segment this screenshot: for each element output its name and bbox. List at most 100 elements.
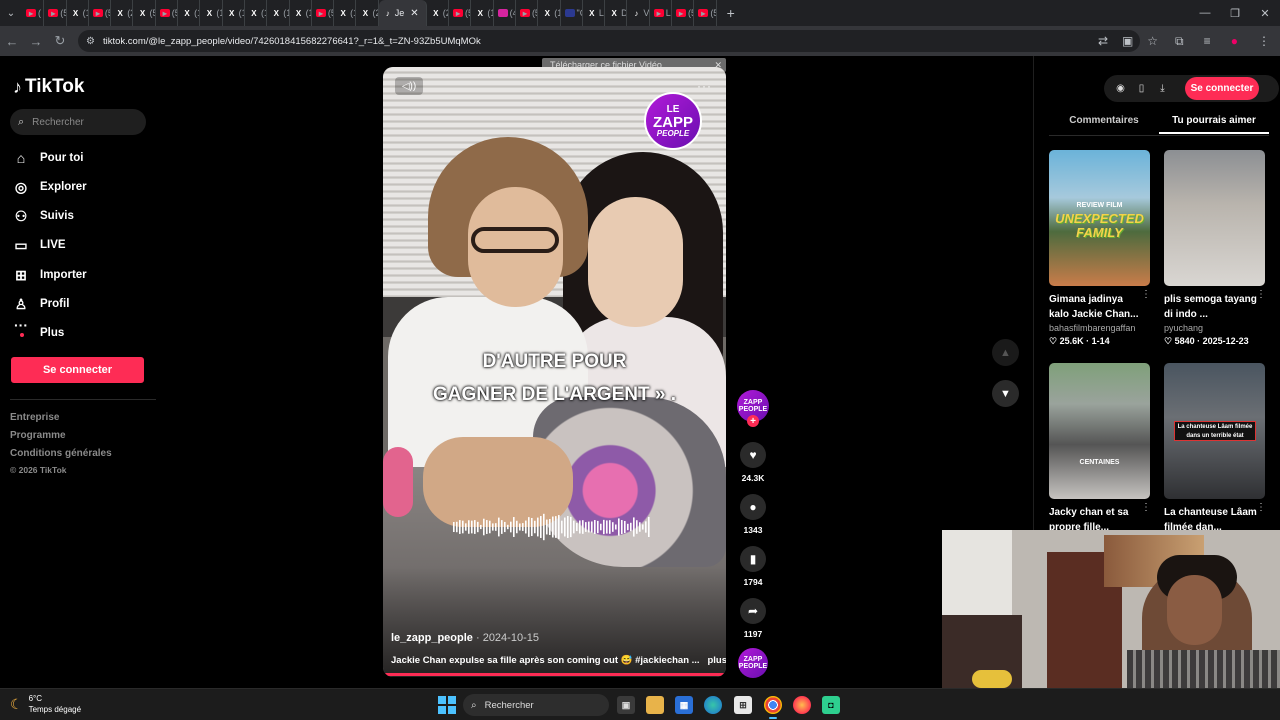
edge-icon[interactable]: [704, 696, 722, 714]
taskbar-search-input[interactable]: ⌕ Rechercher: [463, 694, 609, 716]
card-more-icon[interactable]: ⋮: [1141, 289, 1151, 300]
browser-tab[interactable]: X(1: [538, 0, 561, 26]
share-icon[interactable]: ➦: [740, 598, 766, 624]
browser-tab[interactable]: XLi: [583, 0, 606, 26]
card-more-icon[interactable]: ⋮: [1141, 502, 1151, 513]
suggested-video-card[interactable]: plis semoga tayang di indo ... pyuchang …: [1164, 150, 1266, 347]
browser-tab[interactable]: X(1: [67, 0, 89, 26]
browser-tab[interactable]: "C: [561, 0, 583, 26]
browser-tab[interactable]: X(1: [245, 0, 268, 26]
like-button[interactable]: ♥ 24.3K: [736, 442, 770, 483]
video-thumbnail[interactable]: CENTAINES: [1049, 363, 1150, 499]
browser-tab[interactable]: X(1: [334, 0, 357, 26]
nav-item-live[interactable]: ▭ LIVE: [12, 233, 65, 257]
chrome-icon[interactable]: [764, 696, 782, 719]
footer-link-entreprise[interactable]: Entreprise: [10, 412, 59, 423]
nav-item-profil[interactable]: ♙ Profil: [12, 292, 70, 316]
microsoft-store-bag-icon[interactable]: ⊞: [734, 696, 752, 714]
nav-item-importer[interactable]: ⊞ Importer: [12, 263, 87, 287]
forward-icon[interactable]: →: [24, 34, 48, 49]
new-tab-button[interactable]: +: [727, 5, 735, 21]
close-window-icon[interactable]: ✕: [1250, 7, 1280, 20]
coins-icon[interactable]: ◉: [1110, 83, 1131, 94]
bookmark-icon[interactable]: ▮: [740, 546, 766, 572]
video-progress-bar[interactable]: [383, 673, 726, 676]
search-input[interactable]: ⌕ Rechercher: [10, 109, 146, 135]
browser-tab[interactable]: ▸Li: [650, 0, 673, 26]
browser-tab[interactable]: X(1: [223, 0, 245, 26]
install-icon[interactable]: ▣: [1122, 34, 1133, 48]
card-title[interactable]: Gimana jadinya kalo Jackie Chan...: [1049, 292, 1144, 322]
suggested-video-card[interactable]: REVIEW FILM UNEXPECTED FAMILY Gimana jad…: [1049, 150, 1151, 347]
sound-avatar-button[interactable]: ZAPP PEOPLE: [736, 648, 770, 678]
browser-tab[interactable]: ▸(5: [89, 0, 112, 26]
author-name[interactable]: le_zapp_people: [391, 632, 473, 644]
tab-close-icon[interactable]: ✕: [410, 8, 418, 19]
browser-tab[interactable]: X(1: [290, 0, 312, 26]
nav-item-plus[interactable]: ··· Plus: [12, 317, 64, 345]
tab-search-chevron-icon[interactable]: ⌄: [0, 0, 22, 26]
suggested-video-card[interactable]: CENTAINES Jacky chan et sa propre fille.…: [1049, 363, 1151, 535]
footer-link-conditions[interactable]: Conditions générales: [10, 448, 112, 459]
comment-icon[interactable]: ●: [740, 494, 766, 520]
browser-tab[interactable]: ▸(5: [312, 0, 335, 26]
browser-tab[interactable]: ▸(: [22, 0, 45, 26]
browser-tab[interactable]: X(1: [471, 0, 494, 26]
follow-plus-icon[interactable]: +: [747, 415, 759, 427]
login-button[interactable]: Se connecter: [11, 357, 144, 383]
browser-tab[interactable]: XD: [605, 0, 628, 26]
comment-button[interactable]: ● 1343: [736, 494, 770, 535]
heart-icon[interactable]: ♥: [740, 442, 766, 468]
share-button[interactable]: ➦ 1197: [736, 598, 770, 639]
device-icon[interactable]: ▯: [1131, 83, 1152, 94]
browser-tab[interactable]: X(1: [200, 0, 223, 26]
site-info-icon[interactable]: ⚙: [86, 36, 95, 47]
browser-tab[interactable]: (4: [494, 0, 516, 26]
tab-suggestions[interactable]: Tu pourrais aimer: [1159, 112, 1269, 134]
browser-tab[interactable]: ♪ V: [627, 0, 650, 26]
video-thumbnail[interactable]: La chanteuse Lâam filmée dans un terribl…: [1164, 363, 1265, 499]
browser-tab[interactable]: X(1: [178, 0, 201, 26]
nav-item-suivis[interactable]: ⚇ Suivis: [12, 204, 74, 228]
task-view-icon[interactable]: ▣: [617, 696, 635, 714]
video-thumbnail[interactable]: [1164, 150, 1265, 286]
video-thumbnail[interactable]: REVIEW FILM UNEXPECTED FAMILY: [1049, 150, 1150, 286]
address-bar[interactable]: ⚙ tiktok.com/@le_zapp_people/video/74260…: [78, 30, 1140, 52]
browser-menu-icon[interactable]: ⋮: [1258, 34, 1270, 48]
footer-link-programme[interactable]: Programme: [10, 430, 66, 441]
browser-tab[interactable]: ▸(5: [44, 0, 67, 26]
minimize-icon[interactable]: —: [1190, 7, 1220, 19]
card-title[interactable]: plis semoga tayang di indo ...: [1164, 292, 1259, 322]
download-icon[interactable]: ⤓: [1152, 83, 1173, 94]
browser-tab[interactable]: X(2: [356, 0, 379, 26]
firefox-icon[interactable]: [793, 696, 811, 714]
bookmark-star-icon[interactable]: ☆: [1147, 34, 1158, 48]
browser-tab[interactable]: X(2: [427, 0, 450, 26]
suggested-video-card[interactable]: La chanteuse Lâam filmée dans un terribl…: [1164, 363, 1266, 535]
tiktok-logo[interactable]: ♪ TikTok: [13, 76, 84, 98]
save-button[interactable]: ▮ 1794: [736, 546, 770, 587]
browser-tab[interactable]: ▸(5: [516, 0, 539, 26]
browser-tab[interactable]: ▸(5: [672, 0, 695, 26]
card-more-icon[interactable]: ⋮: [1256, 289, 1266, 300]
windows-start-icon[interactable]: [438, 696, 456, 714]
browser-tab[interactable]: ▸(5: [449, 0, 472, 26]
music-disc-avatar[interactable]: ZAPP PEOPLE: [738, 648, 768, 678]
video-author[interactable]: le_zapp_people · 2024-10-15: [391, 632, 539, 644]
browser-tab[interactable]: ▸(5: [694, 0, 717, 26]
maximize-icon[interactable]: ❐: [1220, 7, 1250, 20]
nav-item-pour-toi[interactable]: ⌂ Pour toi: [12, 146, 84, 170]
more-link[interactable]: plus: [707, 655, 726, 666]
media-controls-icon[interactable]: ≡: [1204, 34, 1211, 48]
next-video-chevron-down-icon[interactable]: ▼: [992, 380, 1019, 407]
browser-tab[interactable]: X(1: [267, 0, 290, 26]
tab-comments[interactable]: Commentaires: [1049, 112, 1159, 134]
store-icon[interactable]: ▦: [675, 696, 693, 714]
reload-icon[interactable]: ↻: [48, 33, 72, 49]
file-explorer-icon[interactable]: [646, 696, 664, 714]
app-icon[interactable]: ◘: [822, 696, 840, 714]
nav-item-explorer[interactable]: ◎ Explorer: [12, 175, 87, 199]
translate-icon[interactable]: ⇄: [1098, 34, 1108, 48]
previous-video-chevron-up-icon[interactable]: ▲: [992, 339, 1019, 366]
card-username[interactable]: bahasfilmbarengaffan: [1049, 323, 1151, 333]
